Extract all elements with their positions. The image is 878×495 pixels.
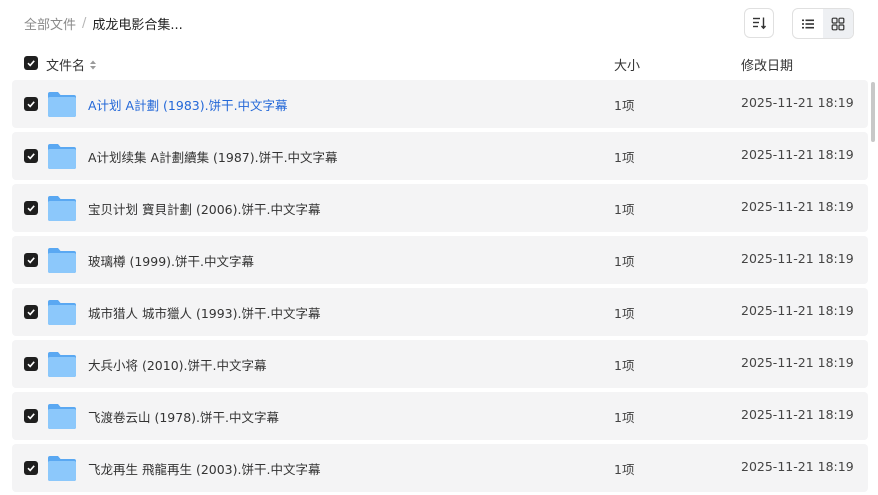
folder-icon — [47, 454, 77, 486]
column-header-name-label: 文件名 — [46, 59, 86, 74]
file-name[interactable]: 城市猎人 城市獵人 (1993).饼干.中文字幕 — [88, 303, 320, 322]
list-view-icon — [802, 19, 814, 28]
sort-icon — [753, 17, 767, 30]
table-row[interactable]: 飞龙再生 飛龍再生 (2003).饼干.中文字幕 1项 2025-11-21 1… — [12, 444, 868, 492]
select-all-checkbox[interactable] — [24, 56, 38, 70]
row-checkbox[interactable] — [24, 461, 38, 475]
table-row[interactable]: A计划 A計劃 (1983).饼干.中文字幕 1项 2025-11-21 18:… — [12, 80, 868, 128]
table-row[interactable]: 大兵小将 (2010).饼干.中文字幕 1项 2025-11-21 18:19 — [12, 340, 868, 388]
sort-toggle-icon — [90, 60, 97, 69]
row-checkbox[interactable] — [24, 201, 38, 215]
row-checkbox[interactable] — [24, 149, 38, 163]
grid-view-icon — [831, 17, 845, 30]
sort-button[interactable] — [744, 8, 774, 38]
file-size: 1项 — [614, 410, 635, 425]
breadcrumb: 全部文件 / 成龙电影合集... — [24, 14, 183, 33]
file-name[interactable]: 大兵小将 (2010).饼干.中文字幕 — [88, 355, 267, 374]
folder-icon — [47, 142, 77, 174]
file-modified-date: 2025-11-21 18:19 — [741, 95, 854, 110]
check-icon — [27, 257, 35, 264]
file-name[interactable]: A计划 A計劃 (1983).饼干.中文字幕 — [88, 95, 288, 114]
file-modified-date: 2025-11-21 18:19 — [741, 147, 854, 162]
file-size: 1项 — [614, 358, 635, 373]
folder-icon — [47, 298, 77, 330]
file-name[interactable]: 宝贝计划 寶貝計劃 (2006).饼干.中文字幕 — [88, 199, 320, 218]
file-name[interactable]: A计划续集 A計劃續集 (1987).饼干.中文字幕 — [88, 147, 338, 166]
breadcrumb-separator: / — [82, 16, 87, 31]
file-name[interactable]: 玻璃樽 (1999).饼干.中文字幕 — [88, 251, 254, 270]
check-icon — [27, 309, 35, 316]
table-row[interactable]: 飞渡卷云山 (1978).饼干.中文字幕 1项 2025-11-21 18:19 — [12, 392, 868, 440]
file-modified-date: 2025-11-21 18:19 — [741, 355, 854, 370]
breadcrumb-current: 成龙电影合集... — [92, 18, 183, 33]
file-size: 1项 — [614, 306, 635, 321]
check-icon — [27, 465, 35, 472]
row-checkbox[interactable] — [24, 97, 38, 111]
table-row[interactable]: A计划续集 A計劃續集 (1987).饼干.中文字幕 1项 2025-11-21… — [12, 132, 868, 180]
file-size: 1项 — [614, 98, 635, 113]
folder-icon — [47, 90, 77, 122]
file-modified-date: 2025-11-21 18:19 — [741, 251, 854, 266]
file-list: A计划 A計劃 (1983).饼干.中文字幕 1项 2025-11-21 18:… — [12, 80, 868, 495]
check-icon — [27, 153, 35, 160]
column-header-name[interactable]: 文件名 — [46, 55, 98, 74]
folder-icon — [47, 350, 77, 382]
folder-icon — [47, 246, 77, 278]
check-icon — [27, 205, 35, 212]
column-header-date[interactable]: 修改日期 — [741, 55, 793, 74]
column-header-size[interactable]: 大小 — [614, 55, 640, 74]
check-icon — [27, 361, 35, 368]
table-row[interactable]: 宝贝计划 寶貝計劃 (2006).饼干.中文字幕 1项 2025-11-21 1… — [12, 184, 868, 232]
file-modified-date: 2025-11-21 18:19 — [741, 199, 854, 214]
grid-view-button[interactable] — [823, 9, 853, 38]
check-icon — [27, 413, 35, 420]
file-name[interactable]: 飞龙再生 飛龍再生 (2003).饼干.中文字幕 — [88, 459, 320, 478]
file-name[interactable]: 飞渡卷云山 (1978).饼干.中文字幕 — [88, 407, 279, 426]
file-size: 1项 — [614, 462, 635, 477]
scrollbar[interactable] — [871, 82, 875, 142]
file-size: 1项 — [614, 202, 635, 217]
row-checkbox[interactable] — [24, 357, 38, 371]
row-checkbox[interactable] — [24, 253, 38, 267]
file-modified-date: 2025-11-21 18:19 — [741, 303, 854, 318]
file-size: 1项 — [614, 254, 635, 269]
row-checkbox[interactable] — [24, 409, 38, 423]
table-row[interactable]: 城市猎人 城市獵人 (1993).饼干.中文字幕 1项 2025-11-21 1… — [12, 288, 868, 336]
file-modified-date: 2025-11-21 18:19 — [741, 407, 854, 422]
table-header: 文件名 大小 修改日期 — [12, 50, 868, 78]
row-checkbox[interactable] — [24, 305, 38, 319]
check-icon — [27, 60, 35, 67]
file-modified-date: 2025-11-21 18:19 — [741, 459, 854, 474]
file-browser: 全部文件 / 成龙电影合集... 文件名 大小 修改日期 A计划 A計劃 (19… — [0, 0, 878, 495]
check-icon — [27, 101, 35, 108]
view-switch — [792, 8, 854, 39]
file-size: 1项 — [614, 150, 635, 165]
folder-icon — [47, 194, 77, 226]
table-row[interactable]: 玻璃樽 (1999).饼干.中文字幕 1项 2025-11-21 18:19 — [12, 236, 868, 284]
top-bar: 全部文件 / 成龙电影合集... — [0, 0, 878, 48]
breadcrumb-root-link[interactable]: 全部文件 — [24, 14, 76, 33]
list-view-button[interactable] — [793, 9, 823, 38]
folder-icon — [47, 402, 77, 434]
